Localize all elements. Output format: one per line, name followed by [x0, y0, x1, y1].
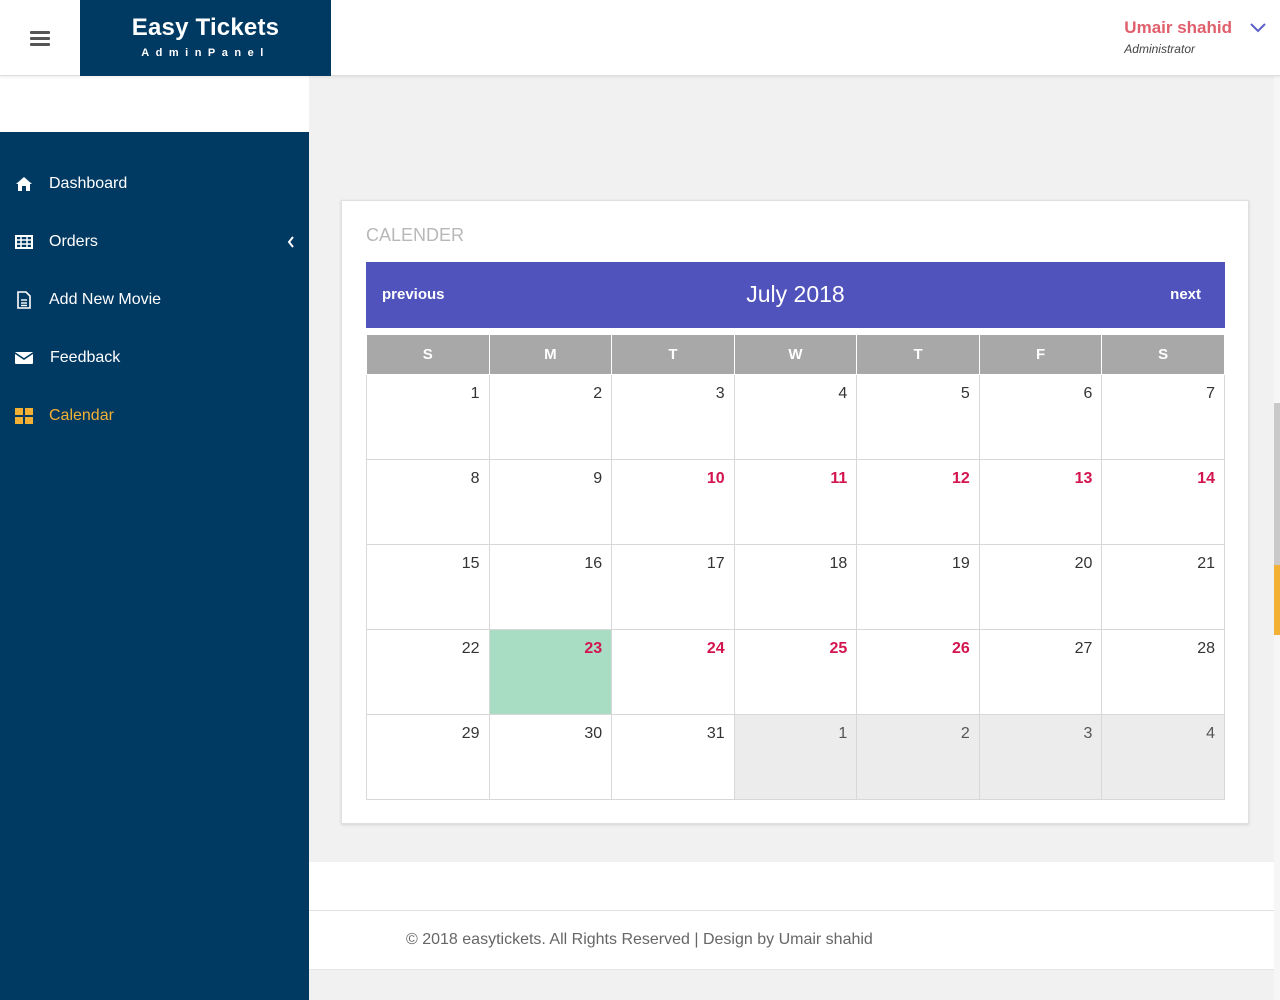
- day-cell[interactable]: 28: [1101, 628, 1225, 715]
- envelope-icon: [14, 348, 34, 368]
- day-cell[interactable]: 7: [1101, 373, 1225, 460]
- weekday-header: T: [611, 335, 735, 375]
- calendar-grid: S M T W T F S 1 2 3 4 5 6 7 8 9 10 11 12 13 14 15 16 17 1…: [366, 335, 1225, 800]
- weekday-header: F: [978, 335, 1103, 375]
- day-cell[interactable]: 5: [856, 373, 980, 460]
- user-role: Administrator: [1124, 42, 1195, 56]
- day-cell[interactable]: 6: [978, 373, 1103, 460]
- sidebar: Dashboard Orders Add New Movie Feedback …: [0, 132, 309, 1000]
- day-cell[interactable]: 10: [611, 458, 735, 545]
- day-cell[interactable]: 30: [488, 713, 613, 800]
- day-cell[interactable]: 9: [488, 458, 613, 545]
- month-label: July 2018: [746, 281, 845, 307]
- day-cell[interactable]: 8: [366, 458, 490, 545]
- day-cell[interactable]: 13: [978, 458, 1103, 545]
- day-cell[interactable]: 23: [488, 628, 613, 715]
- day-cell[interactable]: 3: [611, 373, 735, 460]
- calendar-header: previous July 2018 next: [366, 262, 1225, 328]
- section-title: CALENDER: [366, 225, 465, 245]
- sidebar-item-dashboard[interactable]: Dashboard: [0, 164, 309, 204]
- day-cell[interactable]: 19: [856, 543, 980, 630]
- sidebar-item-label: Orders: [49, 233, 98, 250]
- content-band: [309, 862, 1280, 910]
- grid-icon: [14, 406, 34, 426]
- sidebar-item-label: Calendar: [49, 407, 114, 424]
- sidebar-top-spacer: [0, 76, 309, 132]
- day-cell[interactable]: 21: [1101, 543, 1225, 630]
- weekday-header: M: [488, 335, 613, 375]
- sidebar-item-label: Add New Movie: [49, 291, 162, 308]
- day-cell[interactable]: 16: [488, 543, 613, 630]
- weekday-header: S: [1101, 335, 1225, 375]
- day-cell[interactable]: 4: [733, 373, 858, 460]
- document-icon: [14, 290, 34, 310]
- brand-title: Easy Tickets: [131, 14, 280, 41]
- week-row: 29 30 31 1 2 3 4: [366, 713, 1225, 800]
- top-header: Easy Tickets AdminPanel Umair shahid Adm…: [0, 0, 1280, 76]
- day-cell[interactable]: 2: [488, 373, 613, 460]
- day-cell[interactable]: 12: [856, 458, 980, 545]
- day-cell[interactable]: 25: [733, 628, 858, 715]
- day-cell[interactable]: 31: [611, 713, 735, 800]
- weekday-header: S: [366, 335, 490, 375]
- day-cell[interactable]: 27: [978, 628, 1103, 715]
- weekday-row: S M T W T F S: [366, 335, 1225, 375]
- next-month-button[interactable]: next: [1170, 286, 1201, 303]
- day-cell[interactable]: 3: [978, 713, 1103, 800]
- footer-text: © 2018 easytickets. All Rights Reserved …: [406, 931, 873, 948]
- week-row: 15 16 17 18 19 20 21: [366, 543, 1225, 630]
- day-cell[interactable]: 24: [611, 628, 735, 715]
- user-name: Umair shahid: [1124, 18, 1232, 37]
- day-cell[interactable]: 29: [366, 713, 490, 800]
- chevron-down-icon[interactable]: [1250, 20, 1266, 38]
- hamburger-menu-button[interactable]: [0, 0, 80, 76]
- sidebar-item-label: Dashboard: [49, 175, 128, 192]
- day-cell[interactable]: 26: [856, 628, 980, 715]
- sidebar-item-orders[interactable]: Orders: [0, 222, 309, 262]
- sidebar-item-calendar[interactable]: Calendar: [0, 396, 309, 436]
- home-icon: [14, 174, 34, 194]
- sidebar-item-feedback[interactable]: Feedback: [0, 338, 309, 378]
- day-cell[interactable]: 1: [366, 373, 490, 460]
- day-cell[interactable]: 22: [366, 628, 490, 715]
- day-cell[interactable]: 2: [856, 713, 980, 800]
- scrollbar-accent: [1274, 565, 1280, 635]
- table-icon: [14, 232, 34, 252]
- hamburger-icon: [30, 28, 50, 49]
- brand-subtitle: AdminPanel: [141, 47, 270, 59]
- chevron-left-icon: [287, 235, 295, 253]
- day-cell[interactable]: 4: [1101, 713, 1225, 800]
- calendar-card: CALENDER previous July 2018 next S M T W…: [341, 200, 1249, 824]
- week-row: 1234567: [366, 373, 1225, 460]
- day-cell[interactable]: 14: [1101, 458, 1225, 545]
- day-cell[interactable]: 17: [611, 543, 735, 630]
- user-profile[interactable]: Umair shahid Administrator: [1124, 18, 1232, 56]
- day-cell[interactable]: 20: [978, 543, 1103, 630]
- sidebar-item-add-new-movie[interactable]: Add New Movie: [0, 280, 309, 320]
- calendar-body: 1 2 3 4 5 6 7 8 9 10 11 12 13 14 15 16 17 18 19 20 21 22 23 24 2…: [366, 373, 1225, 800]
- sidebar-item-label: Feedback: [50, 349, 121, 366]
- week-row: 8 9 10 11 12 13 14: [366, 458, 1225, 545]
- day-cell[interactable]: 18: [733, 543, 858, 630]
- day-cell[interactable]: 11: [733, 458, 858, 545]
- weekday-header: W: [733, 335, 858, 375]
- week-row: 22 23 24 25 26 27 28: [366, 628, 1225, 715]
- brand-logo[interactable]: Easy Tickets AdminPanel: [80, 0, 331, 76]
- footer: © 2018 easytickets. All Rights Reserved …: [309, 910, 1280, 970]
- day-cell[interactable]: 1: [733, 713, 858, 800]
- day-cell[interactable]: 15: [366, 543, 490, 630]
- weekday-header: T: [856, 335, 980, 375]
